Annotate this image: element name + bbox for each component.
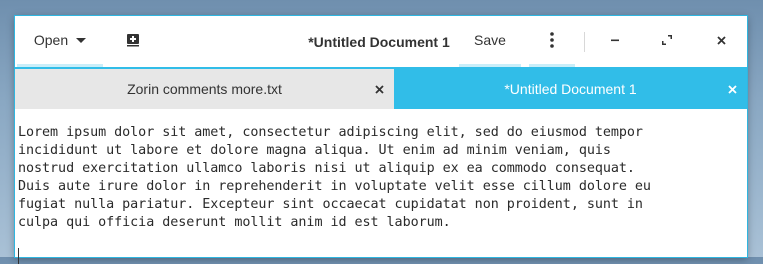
text-line: Duis aute irure dolor in reprehenderit i…: [18, 179, 651, 194]
editor-text-area[interactable]: Lorem ipsum dolor sit amet, consectetur …: [15, 109, 747, 264]
document-text: Lorem ipsum dolor sit amet, consectetur …: [18, 124, 743, 232]
open-label: Open: [33, 32, 69, 48]
tab-label: Zorin comments more.txt: [127, 81, 282, 97]
tab-label: *Untitled Document 1: [504, 81, 637, 97]
text-line: incididunt ut labore et dolore magna ali…: [18, 143, 611, 158]
text-cursor: [18, 248, 19, 264]
tab-zorin-comments[interactable]: Zorin comments more.txt: [15, 69, 394, 109]
text-line: Lorem ipsum dolor sit amet, consectetur …: [18, 125, 643, 140]
close-icon: [716, 35, 726, 45]
minimize-button[interactable]: [600, 16, 630, 67]
minimize-icon: [611, 36, 619, 44]
close-window-button[interactable]: [706, 16, 736, 67]
tab-close-button[interactable]: [364, 69, 394, 109]
maximize-button[interactable]: [652, 16, 682, 67]
vertical-dots-icon: [550, 32, 554, 48]
tab-bar: Zorin comments more.txt *Untitled Docume…: [15, 67, 747, 109]
tab-close-button[interactable]: [717, 69, 747, 109]
text-line: fugiat nulla pariatur. Excepteur sint oc…: [18, 197, 643, 212]
save-button[interactable]: Save: [459, 16, 521, 67]
new-document-icon: [126, 33, 140, 47]
chevron-down-icon: [76, 37, 87, 43]
maximize-icon: [662, 35, 672, 45]
tab-untitled-document[interactable]: *Untitled Document 1: [394, 69, 747, 109]
header-bar: Open *Untitled Document 1 Save: [15, 16, 747, 67]
text-editor-window: Open *Untitled Document 1 Save Zorin com…: [15, 16, 747, 264]
menu-button[interactable]: [529, 16, 575, 67]
save-label: Save: [474, 32, 506, 48]
text-line: nostrud exercitation ullamco laboris nis…: [18, 161, 635, 176]
window-title: *Untitled Document 1: [308, 33, 450, 50]
header-separator: [584, 32, 585, 52]
text-line: culpa qui officia deserunt mollit anim i…: [18, 215, 451, 230]
open-button[interactable]: Open: [17, 16, 103, 67]
new-document-button[interactable]: [118, 16, 148, 67]
